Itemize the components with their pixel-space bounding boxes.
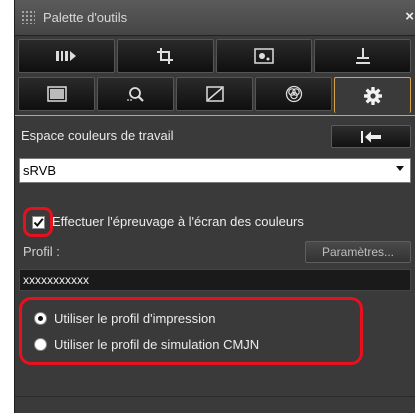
tool-palette-panel: Palette d'outils × Espace couleurs de tr… bbox=[14, 0, 415, 413]
dust-removal-icon bbox=[254, 48, 274, 64]
reset-arrow-icon bbox=[361, 130, 381, 143]
profile-label: Profil : bbox=[23, 244, 60, 259]
radio-button[interactable] bbox=[34, 338, 47, 351]
working-space-value: sRVB bbox=[23, 163, 56, 178]
picture-style-icon bbox=[46, 86, 67, 102]
radio-cmyk-simulation[interactable]: Utiliser le profil de simulation CMJN bbox=[34, 337, 259, 352]
working-space-select[interactable]: sRVB bbox=[19, 158, 411, 183]
crop-icon bbox=[157, 48, 174, 64]
title-bar[interactable]: Palette d'outils × bbox=[15, 0, 415, 36]
working-space-label: Espace couleurs de travail bbox=[21, 128, 174, 143]
window-title: Palette d'outils bbox=[43, 10, 128, 25]
reset-working-space-button[interactable] bbox=[331, 125, 411, 148]
radio-button-selected[interactable] bbox=[34, 312, 47, 325]
settings-gear-icon bbox=[363, 86, 382, 105]
profile-mode-radio-highlight: Utiliser le profil d'impression Utiliser… bbox=[19, 297, 363, 365]
grip-icon[interactable] bbox=[21, 10, 35, 24]
radio-print-profile-label[interactable]: Utiliser le profil d'impression bbox=[54, 311, 215, 326]
tab-picture-style[interactable] bbox=[18, 77, 95, 111]
parameters-button[interactable]: Paramètres... bbox=[305, 241, 411, 263]
profile-value-field: xxxxxxxxxxx bbox=[19, 269, 411, 291]
softproof-checkbox-highlight bbox=[23, 207, 53, 237]
tool-tabs-row-1 bbox=[17, 39, 412, 75]
tab-settings[interactable] bbox=[334, 77, 411, 113]
stamp-icon bbox=[355, 48, 370, 64]
tab-crop[interactable] bbox=[116, 39, 214, 73]
tab-adjust-levels[interactable] bbox=[18, 39, 115, 73]
divider bbox=[15, 396, 415, 397]
close-icon[interactable]: × bbox=[405, 8, 414, 25]
tab-color-adjust[interactable] bbox=[255, 77, 332, 111]
settings-content: Espace couleurs de travail sRVB Effectue… bbox=[15, 115, 415, 413]
checkmark-icon bbox=[33, 218, 44, 228]
softproof-checkbox[interactable] bbox=[32, 216, 45, 229]
radio-cmyk-simulation-label[interactable]: Utiliser le profil de simulation CMJN bbox=[54, 337, 259, 352]
radio-print-profile[interactable]: Utiliser le profil d'impression bbox=[34, 311, 215, 326]
adjust-levels-icon bbox=[56, 51, 77, 61]
tab-tone-curve[interactable] bbox=[176, 77, 253, 111]
lens-correction-icon bbox=[126, 87, 144, 102]
softproof-checkbox-label[interactable]: Effectuer l'épreuvage à l'écran des coul… bbox=[52, 214, 304, 229]
tool-tabs-row-2 bbox=[17, 77, 412, 113]
tab-dust-removal[interactable] bbox=[215, 39, 313, 73]
tab-lens-correction[interactable] bbox=[97, 77, 174, 111]
tab-stamp[interactable] bbox=[314, 39, 411, 73]
tone-curve-icon bbox=[205, 86, 224, 102]
chevron-down-icon[interactable] bbox=[396, 166, 404, 171]
color-adjust-icon bbox=[285, 85, 302, 103]
